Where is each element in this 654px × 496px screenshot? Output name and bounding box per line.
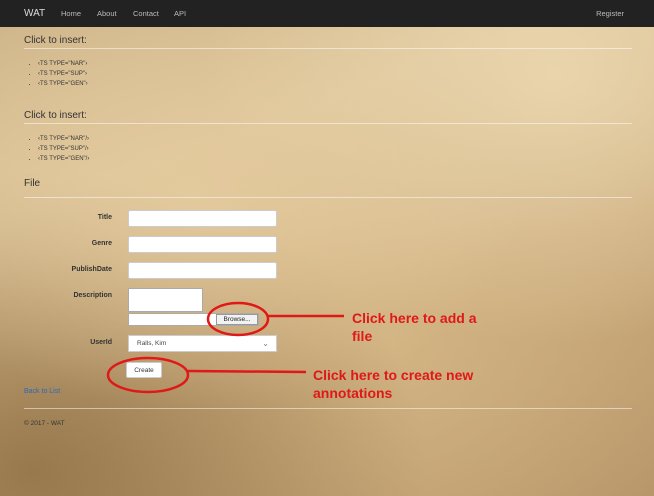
arrow-line-create	[187, 369, 307, 374]
annotation-add-file-line1: Click here to add a	[352, 310, 477, 326]
annotation-add-file: Click here to add a file	[352, 309, 476, 345]
annotation-overlay	[106, 301, 344, 394]
annotation-create-line2: annotations	[313, 385, 393, 401]
highlight-ellipse-create	[106, 356, 190, 394]
highlight-ellipse-browse	[206, 301, 270, 337]
annotation-create: Click here to create new annotations	[313, 366, 473, 402]
annotation-add-file-line2: file	[352, 328, 373, 344]
annotation-create-line1: Click here to create new	[313, 367, 474, 383]
